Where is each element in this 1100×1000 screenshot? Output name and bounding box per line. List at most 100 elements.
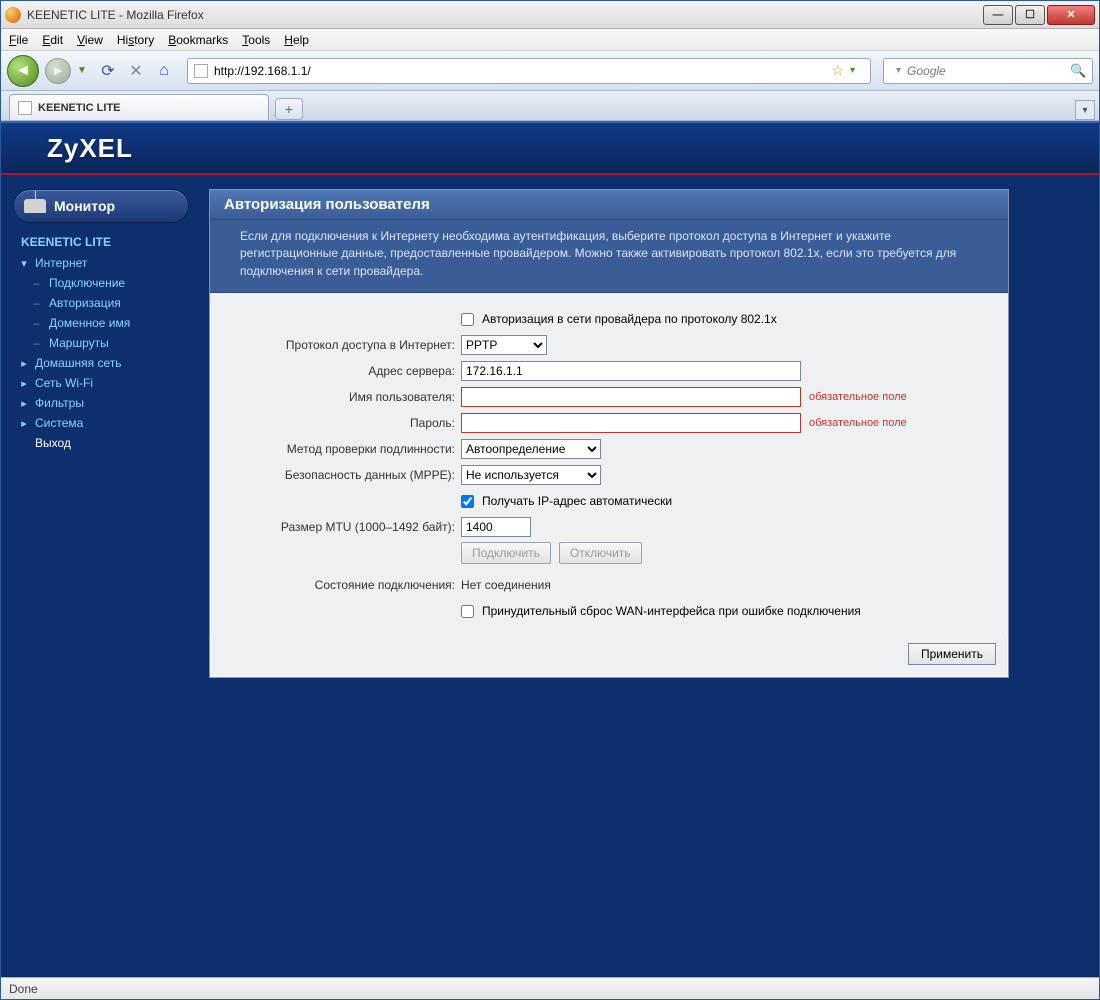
window-titlebar: KEENETIC LITE - Mozilla Firefox — ☐ ✕: [1, 1, 1099, 29]
sidebar-item-internet[interactable]: ▾ Интернет: [17, 253, 185, 273]
server-input[interactable]: [461, 361, 801, 381]
sidebar-item-connection[interactable]: – Подключение: [17, 273, 185, 293]
expand-icon: ▸: [19, 397, 29, 410]
sidebar-item-label: Сеть Wi-Fi: [35, 376, 93, 390]
nav-history-dropdown[interactable]: ▼: [77, 65, 91, 76]
conn-state-value: Нет соединения: [461, 578, 551, 592]
disconnect-button[interactable]: Отключить: [559, 542, 642, 564]
auth-method-select[interactable]: Автоопределение: [461, 439, 601, 459]
apply-button[interactable]: Применить: [908, 643, 996, 665]
checkbox-8021x-label: Авторизация в сети провайдера по протоко…: [482, 312, 777, 326]
sidebar-item-label: Доменное имя: [49, 316, 130, 330]
expand-icon: ▸: [19, 357, 29, 370]
menu-tools[interactable]: Tools: [242, 33, 270, 47]
url-dropdown-icon[interactable]: ▾: [850, 65, 864, 76]
sidebar-monitor-button[interactable]: Монитор: [13, 189, 189, 223]
search-engine-dropdown[interactable]: ▾: [896, 65, 901, 76]
sidebar-item-domain-name[interactable]: – Доменное имя: [17, 313, 185, 333]
page-body: ZyXEL Монитор KEENETIC LITE ▾ Интернет –: [1, 121, 1099, 977]
sidebar-tree: KEENETIC LITE ▾ Интернет – Подключение –…: [11, 233, 191, 453]
checkbox-force-wan-reset[interactable]: [461, 605, 474, 618]
search-icon[interactable]: 🔍: [1070, 63, 1086, 79]
tabs-dropdown-button[interactable]: ▾: [1075, 100, 1095, 120]
protocol-label: Протокол доступа в Интернет:: [226, 338, 461, 352]
username-required-text: обязательное поле: [809, 391, 907, 403]
reload-icon[interactable]: ⟳: [97, 60, 119, 82]
brand-logo-text: ZyXEL: [47, 133, 133, 164]
connect-button[interactable]: Подключить: [461, 542, 551, 564]
sidebar-item-filters[interactable]: ▸ Фильтры: [17, 393, 185, 413]
sidebar-item-label: Система: [35, 416, 83, 430]
expand-icon: ▸: [19, 417, 29, 430]
conn-state-label: Состояние подключения:: [226, 578, 461, 592]
username-label: Имя пользователя:: [226, 390, 461, 404]
checkbox-auto-ip[interactable]: [461, 495, 474, 508]
panel-title: Авторизация пользователя: [210, 190, 1008, 220]
statusbar-text: Done: [9, 982, 38, 996]
url-bar[interactable]: ☆ ▾: [187, 58, 871, 84]
window-maximize-button[interactable]: ☐: [1015, 5, 1045, 25]
brand-header: ZyXEL: [1, 121, 1099, 175]
sidebar: Монитор KEENETIC LITE ▾ Интернет – Подкл…: [11, 185, 191, 678]
sidebar-item-routes[interactable]: – Маршруты: [17, 333, 185, 353]
bookmark-star-icon[interactable]: ☆: [831, 62, 844, 79]
menu-history[interactable]: History: [117, 33, 154, 47]
new-tab-button[interactable]: +: [275, 98, 303, 120]
sidebar-item-authorization[interactable]: – Авторизация: [17, 293, 185, 313]
browser-statusbar: Done: [1, 977, 1099, 999]
sidebar-item-label: Подключение: [49, 276, 125, 290]
server-label: Адрес сервера:: [226, 364, 461, 378]
menu-edit[interactable]: Edit: [42, 33, 63, 47]
browser-search-input[interactable]: [907, 64, 1064, 78]
main-panel: Авторизация пользователя Если для подклю…: [209, 189, 1009, 678]
checkbox-force-wan-reset-label: Принудительный сброс WAN-интерфейса при …: [482, 604, 861, 618]
firefox-icon: [5, 7, 21, 23]
nav-forward-button[interactable]: ►: [45, 58, 71, 84]
window-close-button[interactable]: ✕: [1047, 5, 1095, 25]
menu-help[interactable]: Help: [284, 33, 309, 47]
protocol-select[interactable]: PPTP: [461, 335, 547, 355]
password-required-text: обязательное поле: [809, 417, 907, 429]
page-icon: [194, 64, 208, 78]
browser-tabbar: KEENETIC LITE + ▾: [1, 91, 1099, 121]
checkbox-8021x[interactable]: [461, 313, 474, 326]
password-label: Пароль:: [226, 416, 461, 430]
username-input[interactable]: [461, 387, 801, 407]
tab-title: KEENETIC LITE: [38, 102, 121, 114]
sidebar-item-home-network[interactable]: ▸ Домашняя сеть: [17, 353, 185, 373]
menu-bookmarks[interactable]: Bookmarks: [168, 33, 228, 47]
mtu-label: Размер MTU (1000–1492 байт):: [226, 520, 461, 534]
stop-icon[interactable]: ✕: [125, 60, 147, 82]
sidebar-item-label: Домашняя сеть: [35, 356, 121, 370]
checkbox-auto-ip-label: Получать IP-адрес автоматически: [482, 494, 672, 508]
tab-keenetic[interactable]: KEENETIC LITE: [9, 94, 269, 120]
url-input[interactable]: [214, 62, 825, 80]
tab-page-icon: [18, 101, 32, 115]
sidebar-item-label: Фильтры: [35, 396, 84, 410]
sidebar-item-exit[interactable]: ▸ Выход: [17, 433, 185, 453]
window-minimize-button[interactable]: —: [983, 5, 1013, 25]
mppe-select[interactable]: Не используется: [461, 465, 601, 485]
sidebar-root: KEENETIC LITE: [17, 233, 185, 253]
menu-file[interactable]: File: [9, 33, 28, 47]
sidebar-item-wifi[interactable]: ▸ Сеть Wi-Fi: [17, 373, 185, 393]
mtu-input[interactable]: [461, 517, 531, 537]
panel-description: Если для подключения к Интернету необход…: [210, 220, 1008, 293]
browser-search-box[interactable]: ▾ 🔍: [883, 58, 1093, 84]
home-icon[interactable]: ⌂: [153, 60, 175, 82]
auth-form: Авторизация в сети провайдера по протоко…: [210, 293, 1008, 635]
browser-navbar: ◄ ► ▼ ⟳ ✕ ⌂ ☆ ▾ ▾ 🔍: [1, 51, 1099, 91]
router-icon: [24, 199, 46, 213]
nav-back-button[interactable]: ◄: [7, 55, 39, 87]
sidebar-item-system[interactable]: ▸ Система: [17, 413, 185, 433]
sidebar-item-label: Выход: [35, 436, 71, 450]
auth-method-label: Метод проверки подлинности:: [226, 442, 461, 456]
password-input[interactable]: [461, 413, 801, 433]
expand-icon: ▾: [19, 257, 29, 270]
mppe-label: Безопасность данных (MPPE):: [226, 468, 461, 482]
window-title: KEENETIC LITE - Mozilla Firefox: [27, 8, 983, 22]
sidebar-monitor-label: Монитор: [54, 198, 115, 214]
sidebar-item-label: Маршруты: [49, 336, 109, 350]
expand-icon: ▸: [19, 377, 29, 390]
menu-view[interactable]: View: [77, 33, 103, 47]
